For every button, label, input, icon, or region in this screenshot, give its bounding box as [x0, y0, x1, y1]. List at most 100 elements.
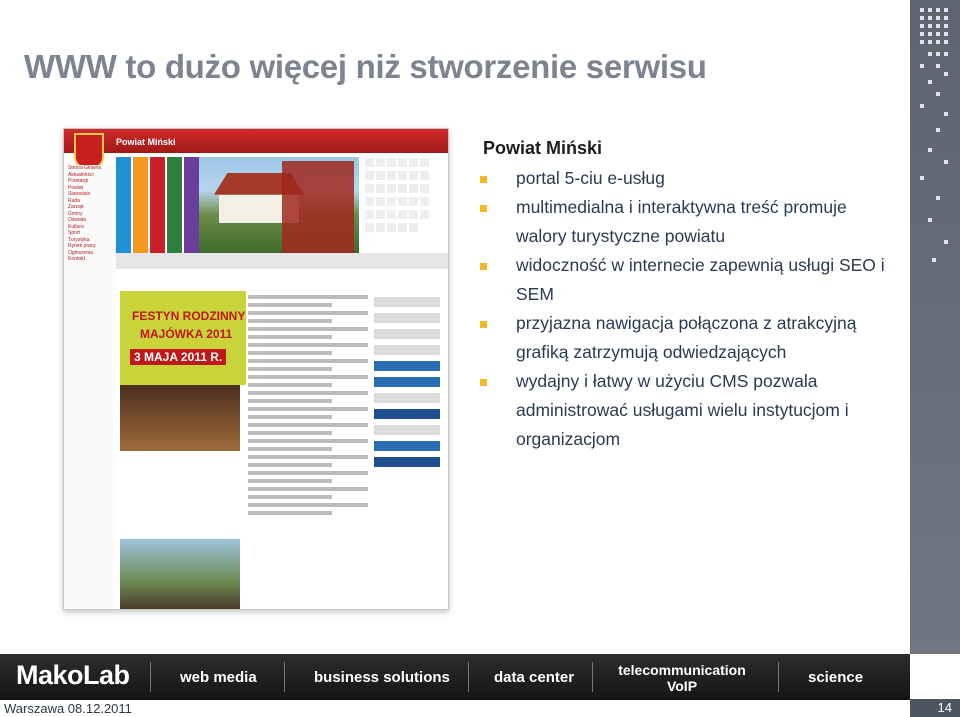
bullet-item: widoczność w internecie zapewnią usługi … — [478, 251, 888, 309]
calendar-day[interactable] — [387, 197, 396, 206]
calendar-day[interactable] — [387, 184, 396, 193]
decorative-dot — [928, 16, 932, 20]
decorative-dot — [936, 16, 940, 20]
calendar-day[interactable] — [420, 197, 429, 206]
calendar-day[interactable] — [387, 223, 396, 232]
decorative-dot — [944, 52, 948, 56]
decorative-dot — [936, 92, 940, 96]
section-heading: Powiat Miński — [483, 138, 603, 158]
site-parade-photo — [120, 539, 240, 609]
decorative-dot — [932, 258, 936, 262]
site-sidebar-menu: Strona Główna Aktualności Przetargi Powiat S… — [64, 165, 116, 609]
calendar-day[interactable] — [365, 171, 374, 180]
calendar-day[interactable] — [376, 184, 385, 193]
slide-date: Warszawa 08.12.2011 — [4, 701, 132, 716]
decorative-dot — [928, 32, 932, 36]
decorative-dot — [928, 218, 932, 222]
decorative-dot — [936, 64, 940, 68]
calendar-day[interactable] — [387, 171, 396, 180]
calendar-day[interactable] — [398, 184, 407, 193]
calendar-day[interactable] — [409, 210, 418, 219]
footer-data-center: data center — [494, 669, 575, 686]
footer-web-media: web media — [180, 669, 257, 686]
calendar-day[interactable] — [409, 158, 418, 167]
decorative-dot — [928, 8, 932, 12]
decorative-dot — [920, 176, 924, 180]
calendar-day[interactable] — [376, 210, 385, 219]
decorative-dot — [928, 40, 932, 44]
site-sidebar-item[interactable]: Kontakt — [64, 256, 116, 263]
footer-telecom-line1: telecommunication — [618, 662, 746, 678]
site-news-panel — [282, 161, 354, 257]
site-food-photo — [120, 385, 240, 451]
calendar-day[interactable] — [398, 171, 407, 180]
footer-divider — [284, 662, 285, 692]
festyn-line1: FESTYN RODZINNY — [132, 309, 246, 323]
decorative-dot — [936, 32, 940, 36]
calendar-day[interactable] — [398, 210, 407, 219]
bullet-item: wydajny i łatwy w użyciu CMS pozwala adm… — [478, 367, 888, 454]
calendar-day[interactable] — [376, 171, 385, 180]
decorative-dot — [944, 16, 948, 20]
decorative-dot — [936, 196, 940, 200]
calendar-day[interactable] — [365, 197, 374, 206]
calendar-day[interactable] — [420, 171, 429, 180]
decorative-dot — [944, 8, 948, 12]
site-right-column — [370, 291, 444, 609]
decorative-dot — [944, 40, 948, 44]
calendar-day[interactable] — [409, 223, 418, 232]
footer-bar: MakoLab web media business solutions dat… — [0, 654, 910, 700]
decorative-dot — [920, 104, 924, 108]
decorative-dot — [920, 16, 924, 20]
bullet-item: portal 5-ciu e-usług — [478, 164, 888, 193]
decorative-dot — [936, 40, 940, 44]
calendar-day[interactable] — [398, 197, 407, 206]
decorative-dot — [928, 24, 932, 28]
calendar-day[interactable] — [365, 184, 374, 193]
festyn-line2: MAJÓWKA 2011 — [140, 327, 233, 341]
calendar-day[interactable] — [365, 210, 374, 219]
calendar-day[interactable] — [365, 223, 374, 232]
site-crests-row — [116, 253, 448, 269]
bullet-item: multimedialna i interaktywna treść promu… — [478, 193, 888, 251]
decorative-dot — [944, 32, 948, 36]
decorative-dot — [920, 8, 924, 12]
calendar-day[interactable] — [409, 184, 418, 193]
decorative-dot — [920, 40, 924, 44]
decorative-dot — [936, 24, 940, 28]
calendar-day[interactable] — [398, 223, 407, 232]
bottom-row — [0, 700, 960, 717]
calendar-day[interactable] — [387, 158, 396, 167]
calendar-day[interactable] — [409, 197, 418, 206]
calendar-day[interactable] — [398, 158, 407, 167]
bullet-list: portal 5-ciu e-usług multimedialna i int… — [478, 164, 888, 454]
calendar-day[interactable] — [420, 184, 429, 193]
website-screenshot: Powiat Miński Strona Główna Aktualności Pr… — [63, 128, 449, 610]
page-number: 14 — [910, 699, 960, 717]
calendar-day[interactable] — [376, 158, 385, 167]
decorative-dot — [928, 52, 932, 56]
site-calendar — [364, 157, 436, 253]
decorative-dot — [944, 160, 948, 164]
footer-telecom-line2: VoIP — [666, 678, 698, 694]
decorative-dot — [928, 80, 932, 84]
calendar-day[interactable] — [387, 210, 396, 219]
decorative-dot — [920, 64, 924, 68]
calendar-day[interactable] — [420, 210, 429, 219]
site-name: Powiat Miński — [116, 137, 176, 147]
calendar-day[interactable] — [376, 223, 385, 232]
decorative-dot — [920, 24, 924, 28]
decorative-dot — [936, 52, 940, 56]
calendar-day[interactable] — [409, 171, 418, 180]
calendar-day[interactable] — [376, 197, 385, 206]
calendar-day[interactable] — [420, 158, 429, 167]
festyn-banner: FESTYN RODZINNY MAJÓWKA 2011 3 MAJA 2011… — [120, 291, 246, 385]
bullet-item: przyjazna nawigacja połączona z atrakcyj… — [478, 309, 888, 367]
decorative-dot — [944, 24, 948, 28]
makolab-logo: MakoLab — [16, 660, 130, 690]
footer-divider — [592, 662, 593, 692]
decorative-dot — [944, 72, 948, 76]
decorative-dot — [944, 112, 948, 116]
decorative-dot — [944, 240, 948, 244]
calendar-day[interactable] — [365, 158, 374, 167]
